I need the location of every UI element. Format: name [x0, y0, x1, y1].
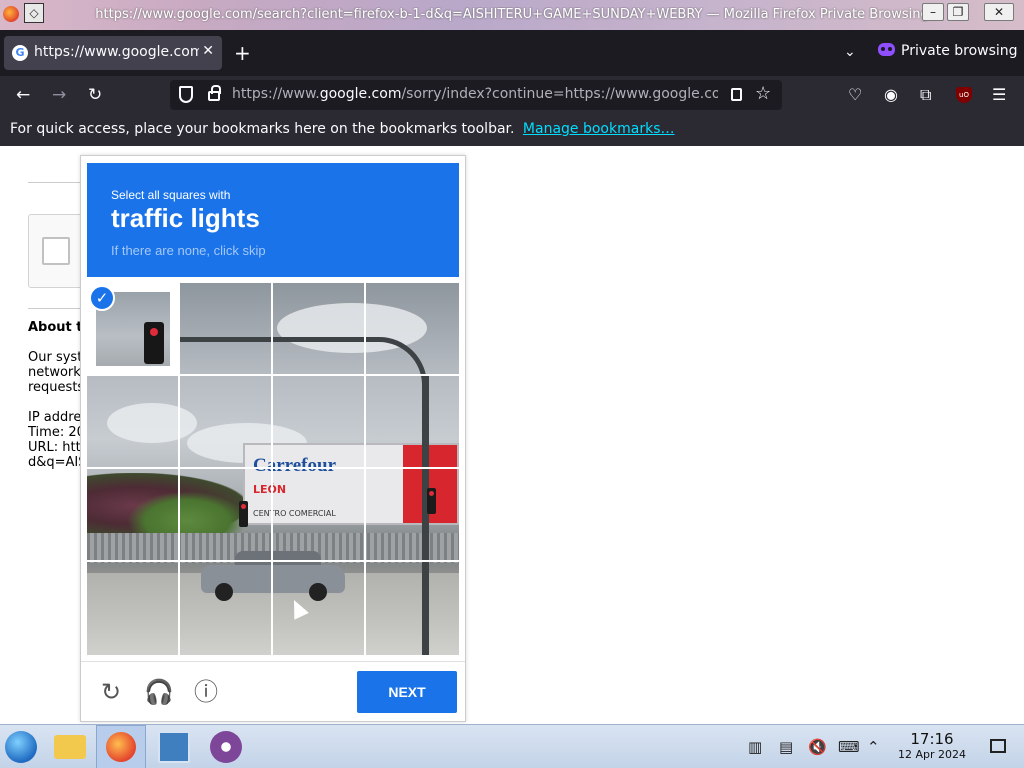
navigation-toolbar: ← → ↻ https://www.google.com/sorry/index… [0, 76, 1024, 114]
forward-arrow-icon[interactable]: → [52, 85, 66, 105]
recaptcha-widget [28, 214, 88, 288]
divider [28, 308, 88, 309]
grid-cell[interactable] [366, 469, 458, 561]
grid-cell[interactable] [273, 562, 365, 654]
close-tab-icon[interactable]: ✕ [202, 43, 214, 59]
window-title: https://www.google.com/search?client=fir… [95, 7, 929, 22]
divider [28, 182, 88, 183]
bookmarks-hint-text: For quick access, place your bookmarks h… [10, 121, 515, 137]
keyboard-layout-icon[interactable]: ⌨ [838, 738, 860, 756]
recaptcha-checkbox[interactable] [42, 237, 70, 265]
hamburger-menu-icon[interactable]: ☰ [992, 85, 1006, 105]
grid-cell[interactable] [366, 376, 458, 468]
show-desktop-icon[interactable] [990, 739, 1006, 753]
captcha-instructions-header: Select all squares with traffic lights I… [87, 163, 459, 277]
grid-cell[interactable] [180, 376, 272, 468]
tray-drive-icon[interactable]: ▥ [748, 738, 762, 756]
list-all-tabs-icon[interactable]: ⌄ [844, 44, 856, 60]
tracking-shield-icon[interactable] [179, 86, 193, 103]
grid-cell[interactable] [273, 283, 365, 375]
clipboard-icon[interactable]: ▤ [779, 738, 793, 756]
instruction-text: Select all squares with [111, 188, 231, 202]
grid-cell-selected[interactable]: ✓ [87, 283, 179, 375]
url-text[interactable]: https://www.google.com/sorry/index?conti… [232, 86, 718, 102]
new-tab-button[interactable]: + [234, 43, 251, 63]
minimize-button[interactable]: – [922, 3, 944, 21]
extensions-icon[interactable]: ⧉ [920, 85, 931, 105]
grid-cell[interactable] [180, 562, 272, 654]
grid-cell[interactable] [87, 376, 179, 468]
grid-cell[interactable] [180, 283, 272, 375]
tab-bar: G https://www.google.com/ ✕ + ⌄ Private … [0, 30, 1024, 76]
account-icon[interactable]: ◉ [884, 85, 898, 105]
maximize-button[interactable]: ❐ [947, 3, 969, 21]
bookmark-star-icon[interactable]: ☆ [755, 83, 771, 104]
volume-muted-icon[interactable]: 🔇 [808, 738, 827, 756]
tor-browser-icon[interactable] [210, 731, 242, 763]
clock-date: 12 Apr 2024 [897, 748, 966, 761]
bookmarks-toolbar: For quick access, place your bookmarks h… [0, 114, 1024, 146]
google-favicon-icon: G [12, 45, 28, 61]
tab-label: https://www.google.com/ [34, 44, 199, 60]
page-text-line: requests [28, 380, 85, 395]
grid-cell[interactable] [366, 562, 458, 654]
system-monitor-icon[interactable] [158, 731, 190, 763]
next-button[interactable]: NEXT [357, 671, 457, 713]
private-browsing-indicator: Private browsing [878, 43, 1018, 59]
taskbar-firefox-button[interactable] [96, 725, 146, 768]
clock[interactable]: 17:16 12 Apr 2024 [890, 731, 974, 762]
target-object-text: traffic lights [111, 203, 260, 233]
private-mask-icon [878, 43, 895, 56]
captcha-footer: ↻ 🎧 ⓘ NEXT [81, 661, 465, 723]
captcha-challenge-dialog: Select all squares with traffic lights I… [80, 155, 466, 722]
window-titlebar: ◇ https://www.google.com/search?client=f… [0, 0, 1024, 30]
private-browsing-label: Private browsing [901, 43, 1018, 59]
reload-icon[interactable]: ↻ [88, 85, 102, 105]
back-arrow-icon[interactable]: ← [16, 85, 30, 105]
clock-time: 17:16 [910, 730, 954, 748]
grid-cell[interactable] [180, 469, 272, 561]
grid-cell[interactable] [366, 283, 458, 375]
page-text-line: d&q=AIS [28, 455, 87, 470]
checkmark-icon: ✓ [89, 285, 115, 311]
pocket-icon[interactable]: ♡ [848, 85, 862, 105]
grid-cell[interactable] [87, 469, 179, 561]
page-text-line: network. [28, 365, 85, 380]
skip-hint-text: If there are none, click skip [111, 243, 266, 258]
lock-icon[interactable] [208, 85, 221, 101]
firefox-icon [106, 732, 136, 762]
tray-expand-chevron-icon[interactable]: ⌃ [867, 738, 880, 756]
grid-cell[interactable] [273, 469, 365, 561]
start-menu-icon[interactable] [5, 731, 37, 763]
captcha-image-grid: Carrefour LEÓN CENTRO COMERCIAL ✓ [87, 283, 459, 655]
grid-cell[interactable] [87, 562, 179, 654]
manage-bookmarks-link[interactable]: Manage bookmarks… [523, 121, 675, 137]
reload-challenge-icon[interactable]: ↻ [97, 678, 125, 706]
info-icon[interactable]: ⓘ [192, 678, 220, 706]
url-bar[interactable]: https://www.google.com/sorry/index?conti… [170, 80, 782, 110]
tab-google[interactable]: G https://www.google.com/ ✕ [4, 36, 222, 70]
reader-view-icon[interactable] [731, 88, 742, 101]
file-manager-icon[interactable] [54, 735, 86, 759]
headphones-audio-icon[interactable]: 🎧 [144, 678, 174, 706]
ublock-origin-icon[interactable]: uO [956, 87, 972, 103]
grid-cell[interactable] [273, 376, 365, 468]
page-text-line: Time: 20 [28, 425, 85, 440]
taskbar: ▥ ▤ 🔇 ⌨ ⌃ 17:16 12 Apr 2024 [0, 724, 1024, 768]
close-window-button[interactable]: ✕ [984, 3, 1014, 21]
